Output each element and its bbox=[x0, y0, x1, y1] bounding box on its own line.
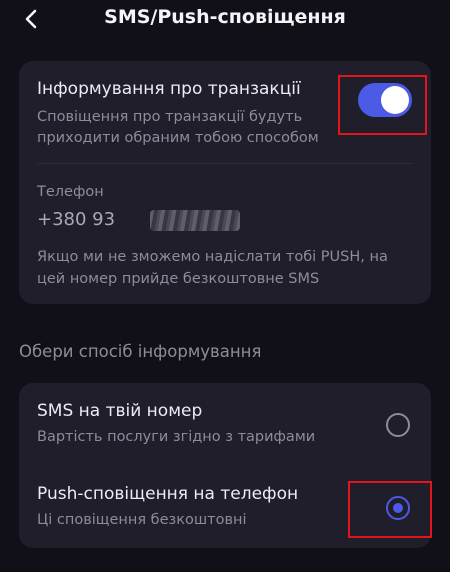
transactions-subtitle-line1: Сповіщення про транзакції будуть bbox=[37, 109, 303, 125]
option-sms-subtitle: Вартість послуги згідно з тарифами bbox=[37, 429, 316, 445]
page-title: SMS/Push-сповіщення bbox=[104, 6, 346, 28]
phone-note: Якщо ми не зможемо надіслати тобі PUSH, … bbox=[37, 246, 422, 290]
option-push-title: Push-сповіщення на телефон bbox=[37, 484, 299, 504]
phone-label: Телефон bbox=[37, 184, 104, 200]
transactions-card: Інформування про транзакції Сповіщення п… bbox=[19, 61, 431, 304]
phone-number: +380 93 bbox=[37, 209, 116, 230]
header: SMS/Push-сповіщення bbox=[0, 0, 450, 40]
highlight-box-radio bbox=[348, 481, 432, 538]
phone-number-redacted bbox=[150, 210, 240, 231]
section-title: Обери спосіб інформування bbox=[19, 342, 262, 361]
method-card: SMS на твій номер Вартість послуги згідн… bbox=[19, 383, 432, 548]
phone-note-line1: Якщо ми не зможемо надіслати тобі PUSH, … bbox=[37, 249, 388, 265]
transactions-title: Інформування про транзакції bbox=[37, 79, 301, 99]
phone-note-line2: цей номер прийде безкоштовне SMS bbox=[37, 271, 320, 287]
option-push-subtitle: Ці сповіщення безкоштовні bbox=[37, 512, 247, 528]
divider bbox=[37, 163, 413, 164]
option-sms-title: SMS на твій номер bbox=[37, 401, 203, 421]
highlight-box-toggle bbox=[338, 75, 427, 135]
transactions-subtitle-line2: приходити обраним тобою способом bbox=[37, 130, 319, 146]
option-sms-radio[interactable] bbox=[386, 413, 410, 437]
